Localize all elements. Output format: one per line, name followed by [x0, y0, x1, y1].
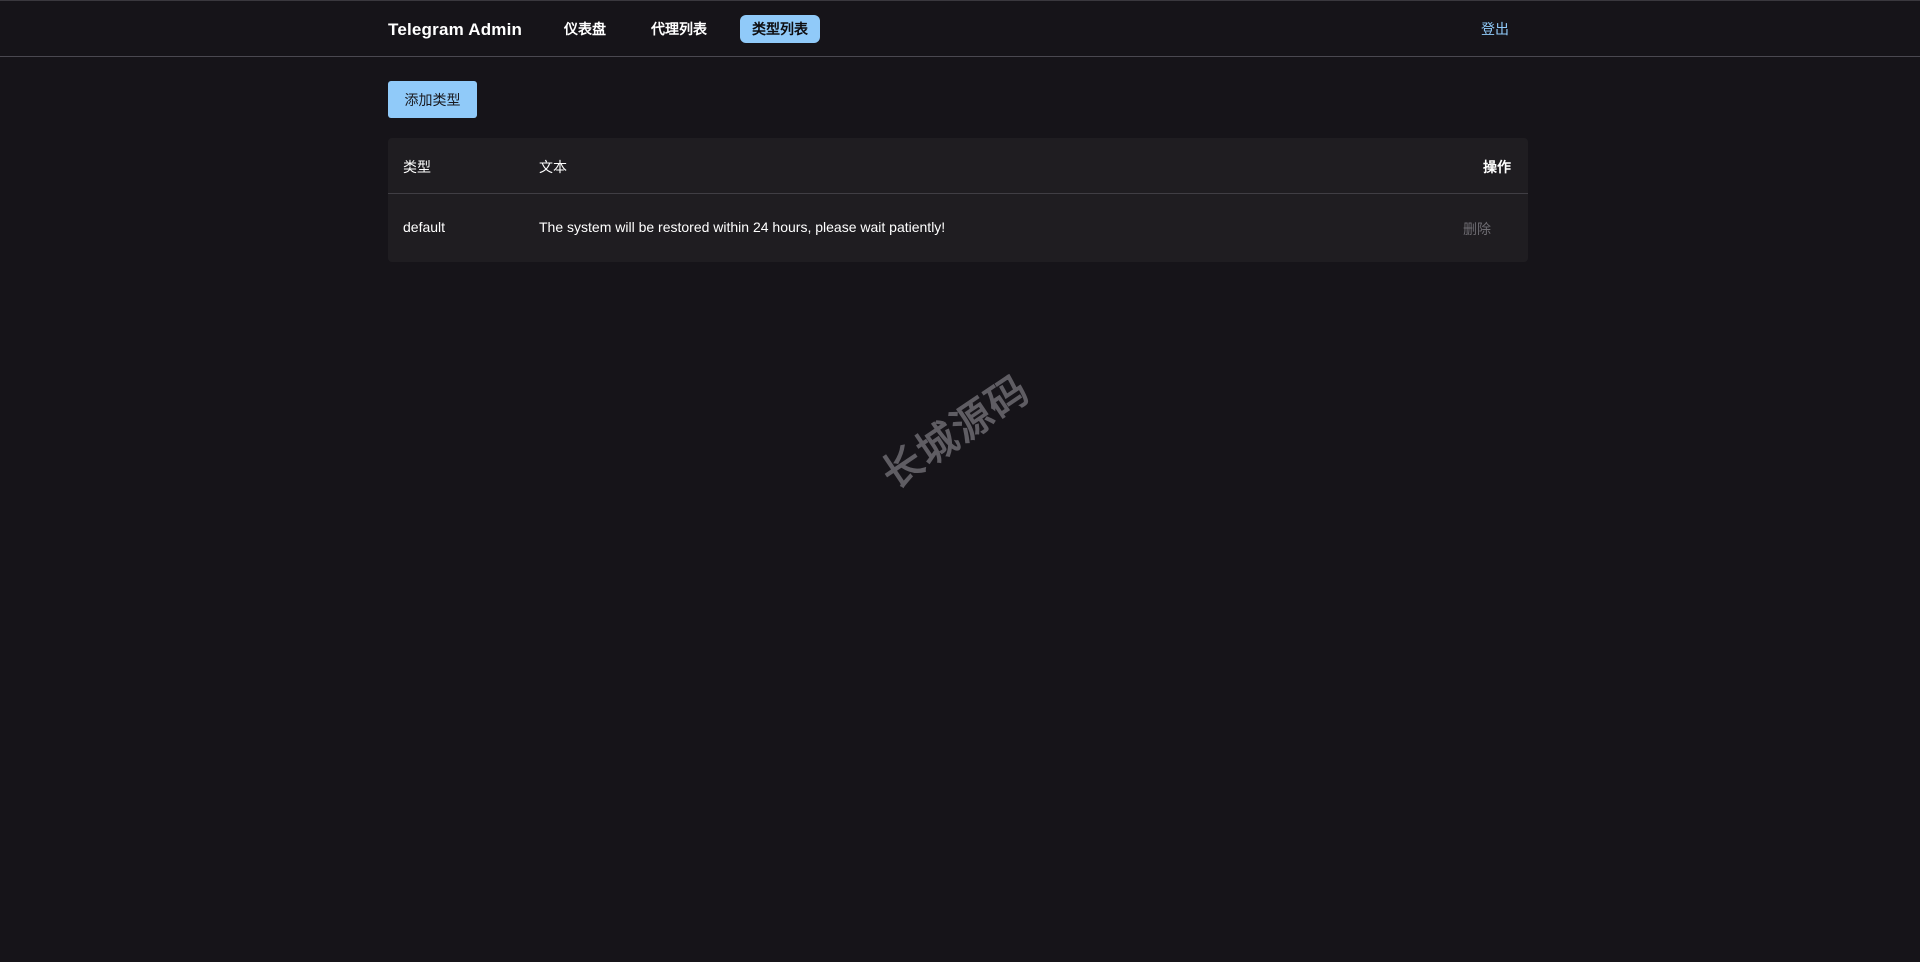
delete-button[interactable]: 删除	[1463, 219, 1491, 239]
cell-type: default	[403, 219, 446, 235]
logout-button[interactable]: 登出	[1481, 15, 1509, 43]
top-navbar: Telegram Admin 仪表盘 代理列表 类型列表 登出	[0, 1, 1920, 57]
table-row: default The system will be restored with…	[388, 194, 1528, 262]
nav-item-type-list[interactable]: 类型列表	[740, 15, 820, 43]
watermark: 长城源码	[873, 366, 1039, 499]
column-header-text: 文本	[539, 159, 567, 175]
nav-item-proxy-list[interactable]: 代理列表	[651, 15, 707, 43]
nav-item-dashboard[interactable]: 仪表盘	[564, 15, 606, 43]
cell-text: The system will be restored within 24 ho…	[539, 219, 946, 235]
types-table: 类型 文本 操作 default The system will be rest…	[388, 138, 1528, 262]
app-brand[interactable]: Telegram Admin	[388, 20, 522, 40]
column-header-type: 类型	[403, 159, 431, 175]
column-header-actions: 操作	[1483, 159, 1511, 175]
add-type-button[interactable]: 添加类型	[388, 81, 477, 118]
table-header: 类型 文本 操作	[388, 138, 1528, 194]
